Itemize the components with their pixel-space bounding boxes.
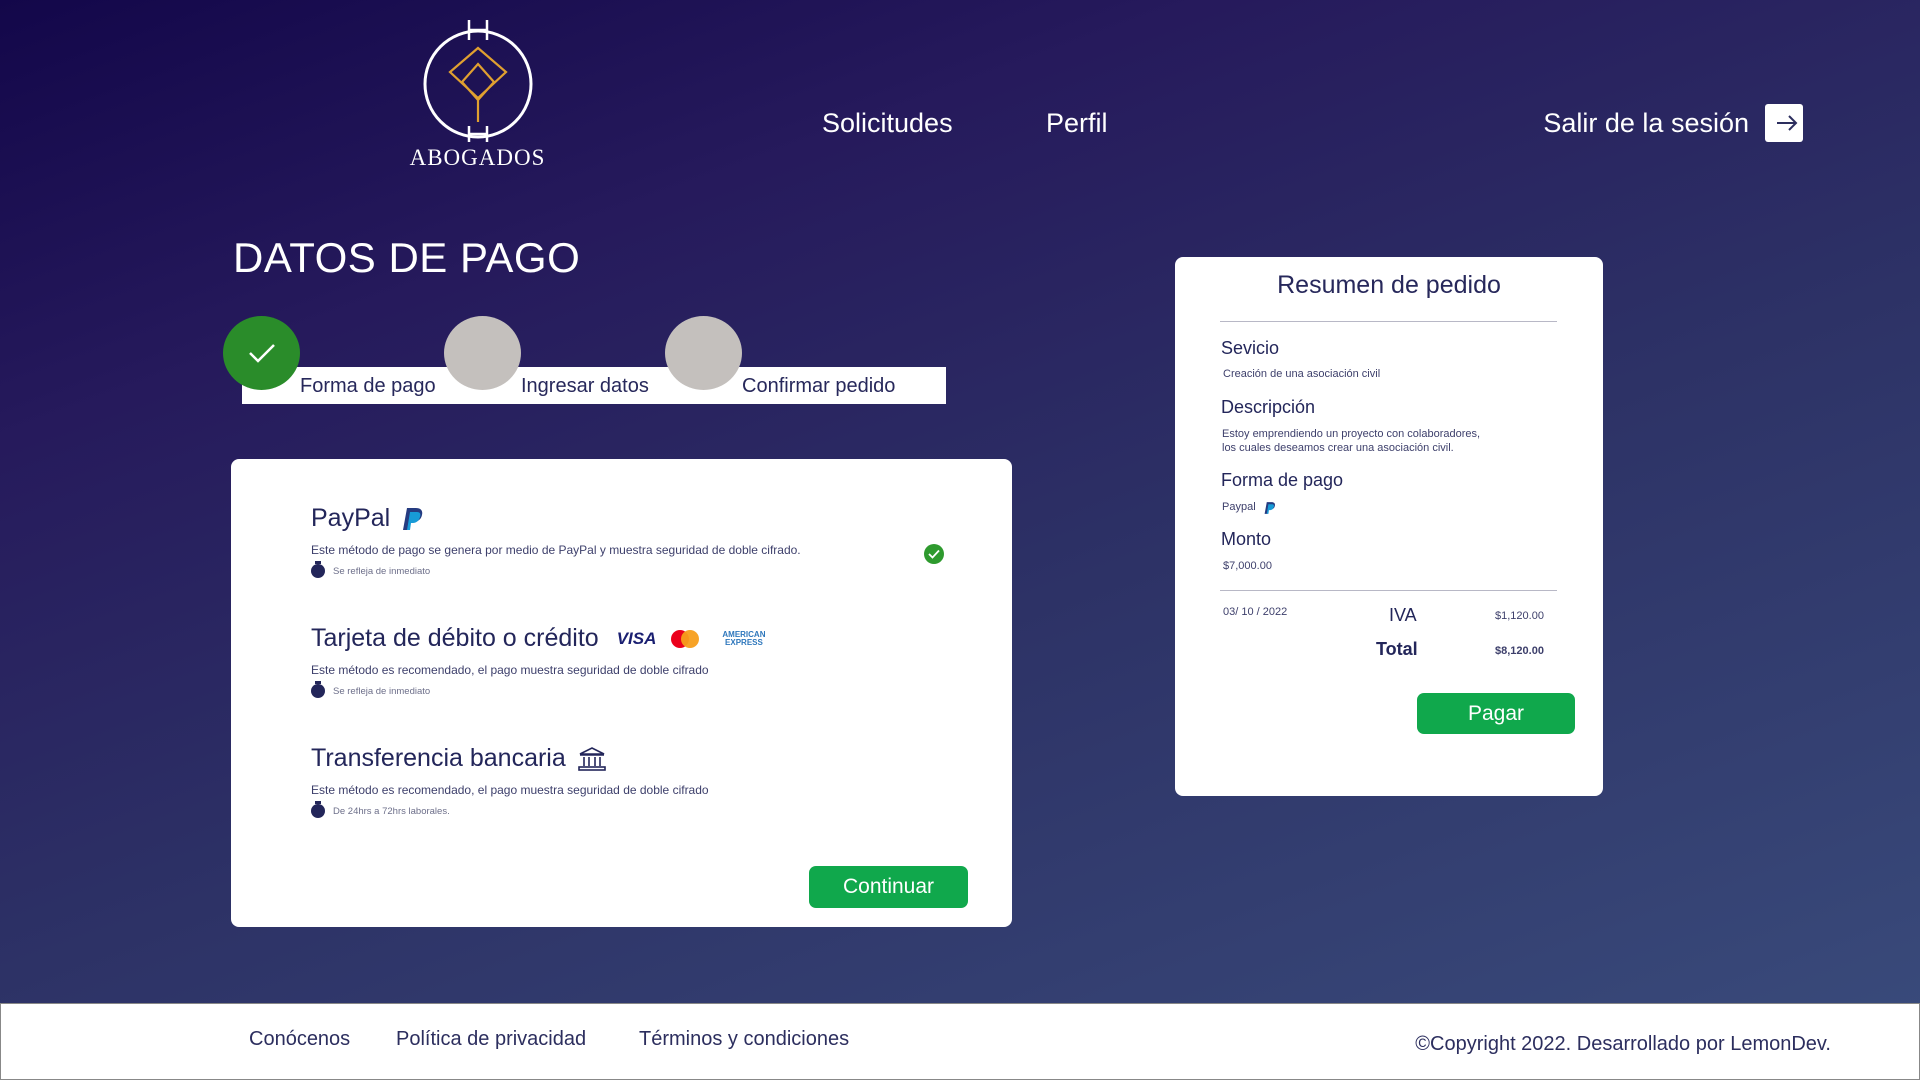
iva-label: IVA (1389, 605, 1417, 625)
amex-logo: AMERICAN EXPRESS (722, 629, 766, 647)
selected-check-icon (924, 544, 944, 564)
transfer-note: De 24hrs a 72hrs laborales. (333, 805, 450, 817)
iva-value: $1,120.00 (1495, 610, 1544, 622)
card-note: Se refleja de inmediato (333, 685, 431, 697)
mastercard-icon (671, 629, 700, 648)
transfer-title: Transferencia bancaria (311, 744, 566, 772)
visa-logo: VISA (616, 628, 657, 648)
step-1-label: Forma de pago (300, 375, 436, 397)
description-line-2: los cuales deseamos crear una asociación… (1222, 442, 1454, 454)
service-value: Creación de una asociación civil (1223, 368, 1381, 380)
logout-label: Salir de la sesión (1543, 107, 1749, 138)
step-3-label: Confirmar pedido (742, 375, 896, 397)
description-line-1: Estoy emprendiendo un proyecto con colab… (1222, 428, 1481, 440)
logo-emblem-icon (423, 20, 532, 142)
nav-perfil[interactable]: Perfil (1046, 108, 1108, 139)
logout-button[interactable]: Salir de la sesión (1543, 104, 1803, 142)
payment-methods-card: PayPal Este método de pago se genera por… (231, 459, 1012, 927)
card-description: Este método es recomendado, el pago mues… (311, 663, 709, 677)
step-2-label: Ingresar datos (521, 375, 649, 397)
paypal-icon (403, 507, 423, 530)
total-value: $8,120.00 (1495, 645, 1544, 657)
transfer-description: Este método es recomendado, el pago mues… (311, 783, 709, 797)
timer-icon (311, 561, 325, 578)
checkmark-icon (248, 344, 275, 363)
service-label: Sevicio (1221, 338, 1280, 358)
amount-value: $7,000.00 (1223, 560, 1272, 572)
payment-method-label: Forma de pago (1221, 470, 1344, 490)
timer-icon (311, 801, 325, 818)
step-3-circle (665, 316, 742, 390)
footer: Conócenos Política de privacidad Término… (0, 1003, 1920, 1080)
payment-option-paypal[interactable]: PayPal Este método de pago se genera por… (311, 504, 801, 578)
pay-button[interactable]: Pagar (1417, 693, 1575, 734)
nav-solicitudes[interactable]: Solicitudes (822, 108, 953, 139)
paypal-description: Este método de pago se genera por medio … (311, 543, 801, 557)
order-date: 03/ 10 / 2022 (1223, 606, 1288, 618)
timer-icon (311, 681, 325, 698)
paypal-title: PayPal (311, 504, 391, 532)
divider (1220, 590, 1557, 591)
order-summary-card: Resumen de pedido Sevicio Creación de un… (1175, 257, 1603, 796)
summary-title: Resumen de pedido (1277, 271, 1501, 299)
step-1-circle (223, 316, 300, 390)
card-title: Tarjeta de débito o crédito (311, 624, 599, 652)
paypal-icon (1264, 501, 1275, 514)
logout-icon (1765, 104, 1803, 142)
description-label: Descripción (1221, 397, 1316, 417)
footer-link-terminos[interactable]: Términos y condiciones (639, 1028, 849, 1051)
payment-option-transfer[interactable]: Transferencia bancaria Este método es re… (311, 744, 709, 818)
footer-link-conocenos[interactable]: Conócenos (249, 1028, 350, 1051)
footer-link-privacidad[interactable]: Política de privacidad (396, 1028, 586, 1051)
logo-text: ABOGADOS (409, 145, 546, 170)
copyright-text: ©Copyright 2022. Desarrollado por LemonD… (1415, 1033, 1831, 1055)
amount-label: Monto (1221, 529, 1272, 549)
payment-option-card[interactable]: Tarjeta de débito o crédito VISA AMERICA… (311, 624, 765, 698)
divider (1220, 321, 1557, 322)
payment-method-value: Paypal (1222, 500, 1276, 515)
logo[interactable]: ABOGADOS (405, 18, 550, 170)
continue-button[interactable]: Continuar (809, 866, 968, 908)
paypal-note: Se refleja de inmediato (333, 565, 431, 577)
total-label: Total (1376, 639, 1418, 659)
page-title: DATOS DE PAGO (233, 234, 581, 281)
copyright-symbol: © (1415, 1033, 1431, 1055)
bank-icon (577, 746, 606, 771)
step-2-circle (444, 316, 521, 390)
